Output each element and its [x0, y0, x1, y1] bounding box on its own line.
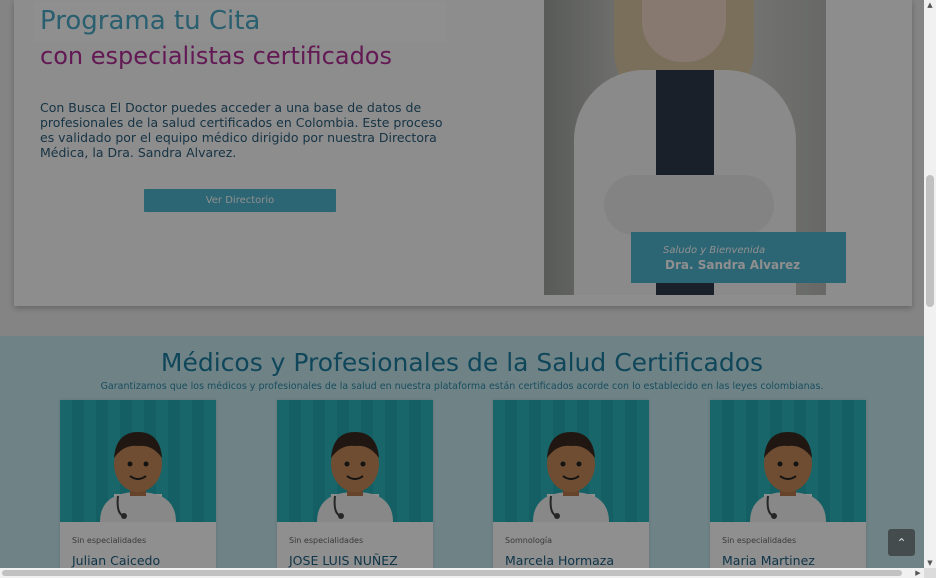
doctor-specialty: Sin especialidades: [72, 536, 147, 545]
doctor-name[interactable]: Julian Caicedo: [72, 553, 160, 568]
doctor-specialty: Sin especialidades: [289, 536, 364, 545]
doctor-card[interactable]: Sin especialidades Julian Caicedo: [60, 400, 216, 568]
ver-directorio-button[interactable]: Ver Directorio: [144, 189, 336, 212]
horizontal-scrollbar[interactable]: ▶: [0, 568, 924, 578]
doctor-avatar: [277, 400, 433, 522]
vertical-scrollbar[interactable]: ▲ ▼: [924, 0, 936, 568]
doctor-avatar: [493, 400, 649, 522]
hero-title: Programa tu Cita: [40, 6, 261, 36]
horizontal-scroll-thumb[interactable]: [2, 570, 902, 576]
doctor-name[interactable]: Marcela Hormaza: [505, 553, 614, 568]
doctor-card[interactable]: Sin especialidades Maria Martinez: [710, 400, 866, 568]
vertical-scroll-thumb[interactable]: [926, 175, 934, 307]
doctor-card[interactable]: Somnología Marcela Hormaza: [493, 400, 649, 568]
scroll-right-arrow-icon[interactable]: ▶: [912, 568, 924, 578]
greeting-banner: Saludo y Bienvenida Dra. Sandra Alvarez: [631, 232, 846, 283]
section-subtitle: Garantizamos que los médicos y profesion…: [100, 381, 824, 392]
page-viewport: Programa tu Cita con especialistas certi…: [0, 0, 924, 568]
doctor-avatar: [60, 400, 216, 522]
section-title: Médicos y Profesionales de la Salud Cert…: [160, 348, 764, 377]
doctor-specialty: Sin especialidades: [722, 536, 797, 545]
scroll-up-arrow-icon[interactable]: ▲: [924, 0, 936, 10]
doctor-card[interactable]: Sin especialidades JOSE LUIS NUÑEZ: [277, 400, 433, 568]
doctor-name[interactable]: Maria Martinez: [722, 553, 815, 568]
doctor-name[interactable]: JOSE LUIS NUÑEZ: [289, 553, 398, 568]
scrollbar-corner: [924, 568, 936, 578]
greeting-caption: Saludo y Bienvenida: [663, 245, 766, 256]
scroll-top-button[interactable]: ⌃: [888, 529, 915, 556]
scroll-down-arrow-icon[interactable]: ▼: [924, 558, 936, 568]
hero-paragraph: Con Busca El Doctor puedes acceder a una…: [40, 100, 443, 160]
doctor-avatar: [710, 400, 866, 522]
doctor-specialty: Somnología: [505, 536, 553, 545]
title-box: Programa tu Cita: [34, 1, 446, 42]
greeting-name: Dra. Sandra Alvarez: [665, 258, 801, 272]
hero-subtitle: con especialistas certificados: [40, 42, 392, 70]
chevron-up-icon: ⌃: [896, 535, 907, 550]
